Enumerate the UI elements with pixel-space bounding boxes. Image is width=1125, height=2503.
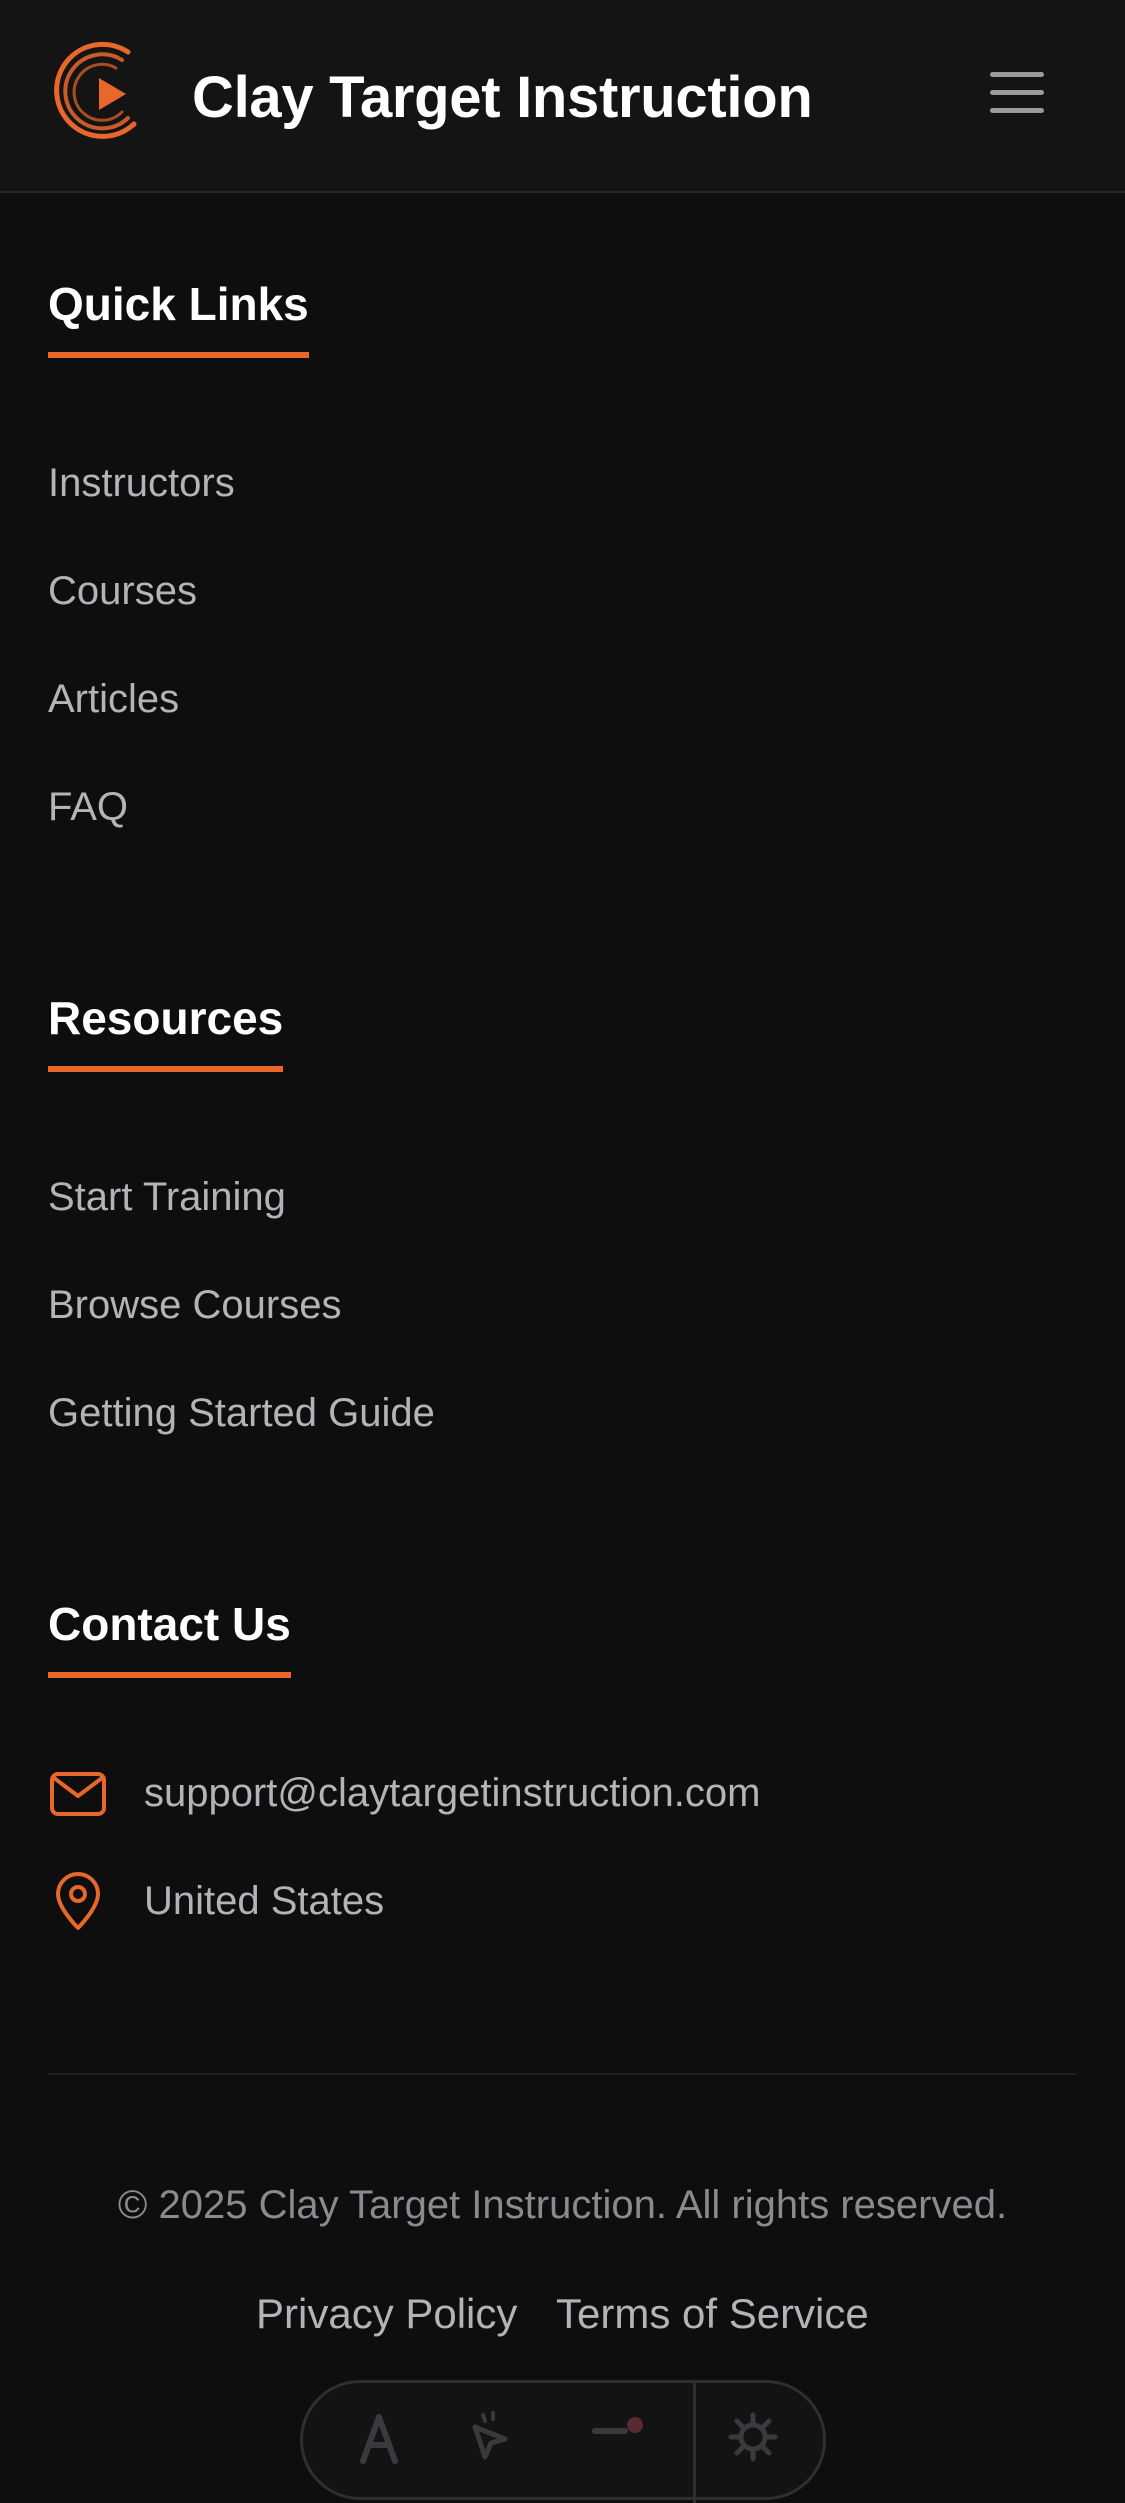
section-title-resources: Resources <box>48 990 284 1072</box>
link-courses[interactable]: Courses <box>48 566 197 616</box>
contact-location: United States <box>144 1879 385 1923</box>
text-icon[interactable] <box>349 2405 409 2465</box>
mail-icon <box>50 1772 106 1816</box>
section-title-contact: Contact Us <box>48 1596 291 1678</box>
pointer-icon[interactable] <box>461 2405 521 2465</box>
link-faq[interactable]: FAQ <box>48 782 128 832</box>
hamburger-menu-icon[interactable] <box>984 66 1050 120</box>
map-pin-icon <box>56 1872 100 1930</box>
menu-line <box>990 90 1044 95</box>
link-articles[interactable]: Articles <box>48 674 179 724</box>
link-getting-started-guide[interactable]: Getting Started Guide <box>48 1388 435 1438</box>
contact-section: Contact Us <box>48 1596 291 1678</box>
contact-location-row: United States <box>48 1872 648 1932</box>
floating-toolbar <box>300 2380 826 2503</box>
contact-email-row[interactable]: support@claytargetinstruction.com <box>48 1764 948 1824</box>
copyright-text: © 2025 Clay Target Instruction. All righ… <box>117 2183 1008 2227</box>
contact-email[interactable]: support@claytargetinstruction.com <box>144 1768 760 1818</box>
link-start-training[interactable]: Start Training <box>48 1172 286 1222</box>
gear-icon[interactable] <box>723 2405 783 2465</box>
section-title-quick-links: Quick Links <box>48 276 309 358</box>
menu-line <box>990 108 1044 113</box>
site-header: Clay Target Instruction <box>0 0 1125 193</box>
resources-section: Resources <box>48 990 284 1072</box>
toolbar-separator <box>693 2383 696 2503</box>
terms-of-service-link[interactable]: Terms of Service <box>556 2288 869 2340</box>
link-browse-courses[interactable]: Browse Courses <box>48 1280 341 1330</box>
footer-divider <box>48 2073 1077 2075</box>
link-instructors[interactable]: Instructors <box>48 458 235 508</box>
site-title[interactable]: Clay Target Instruction <box>192 62 813 134</box>
quick-links-section: Quick Links <box>48 276 309 358</box>
menu-dot-icon[interactable] <box>589 2405 649 2465</box>
play-target-logo-icon[interactable] <box>54 38 154 153</box>
menu-line <box>990 72 1044 77</box>
privacy-policy-link[interactable]: Privacy Policy <box>256 2288 517 2340</box>
